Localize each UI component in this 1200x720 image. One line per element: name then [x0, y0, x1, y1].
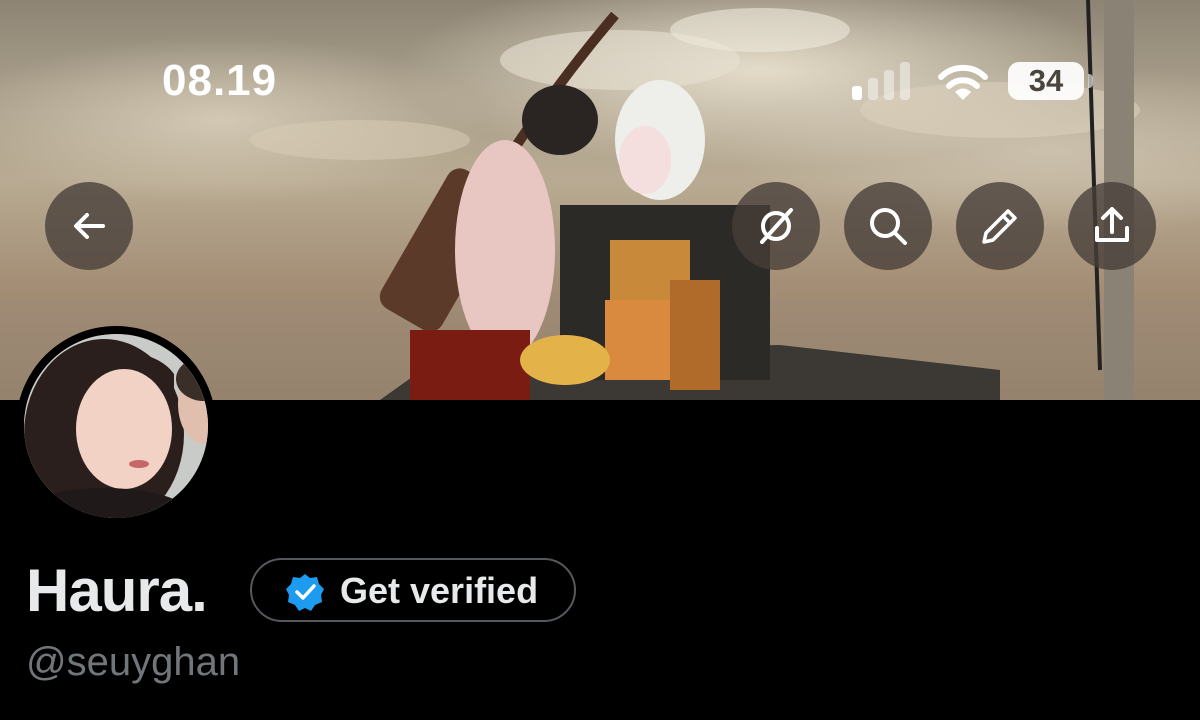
profile-banner[interactable]: 08.19 34: [0, 0, 1200, 400]
share-icon: [1095, 207, 1129, 242]
battery-nub: [1088, 74, 1093, 88]
battery-icon: 34: [1008, 62, 1084, 100]
user-handle: @seuyghan: [26, 640, 241, 684]
status-time: 08.19: [162, 56, 278, 105]
verified-badge-icon: [286, 574, 324, 611]
arrow-left-icon: [74, 213, 105, 239]
get-verified-button[interactable]: Get verified: [250, 558, 576, 622]
avatar-photo: [24, 334, 208, 518]
share-button[interactable]: [1068, 182, 1156, 270]
search-button[interactable]: [844, 182, 932, 270]
back-button[interactable]: [45, 182, 133, 270]
compose-button[interactable]: [956, 182, 1044, 270]
battery-level: 34: [1028, 63, 1064, 98]
avatar-image: [24, 334, 208, 518]
get-verified-label: Get verified: [340, 570, 539, 611]
pencil-icon: [982, 209, 1017, 244]
search-icon: [870, 208, 907, 245]
profile-avatar[interactable]: [16, 326, 216, 526]
signal-icon: [852, 62, 910, 100]
wifi-icon: [938, 64, 988, 100]
grok-icon: [760, 208, 793, 244]
display-name: Haura.: [26, 557, 208, 624]
grok-button[interactable]: [732, 182, 820, 270]
